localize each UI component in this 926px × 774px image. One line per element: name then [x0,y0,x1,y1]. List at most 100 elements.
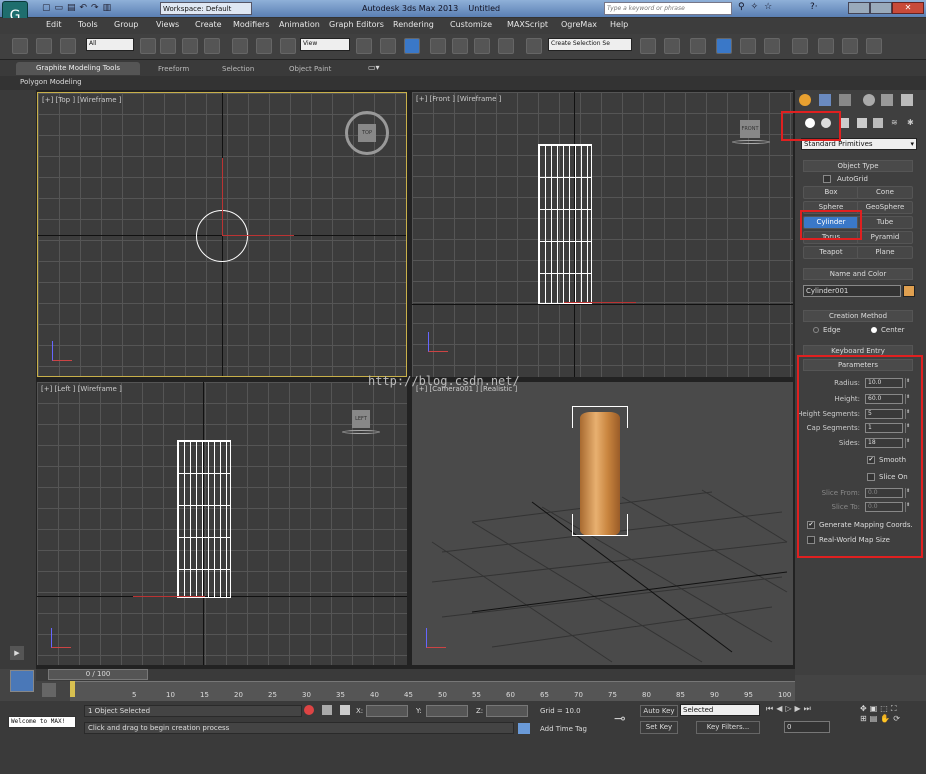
mirror-icon[interactable] [640,38,656,54]
graphite-toggle-icon[interactable] [716,38,732,54]
align-icon[interactable] [664,38,680,54]
menu-edit[interactable]: Edit [46,20,62,29]
time-slider-handle[interactable]: 0 / 100 [48,669,148,680]
lights-icon[interactable] [841,118,849,128]
motion-tab-icon[interactable] [863,94,875,106]
display-tab-icon[interactable] [881,94,893,106]
snaps-toggle-icon[interactable] [430,38,446,54]
cameras-icon[interactable] [857,118,867,128]
menu-modifiers[interactable]: Modifiers [233,20,270,29]
isolate-icon[interactable] [304,705,314,715]
spacewarps-icon[interactable]: ≋ [891,118,901,128]
viewport-front-label[interactable]: [+] [Front ] [Wireframe ] [416,95,501,103]
rendered-frame-icon[interactable] [842,38,858,54]
key-mode-dropdown[interactable]: Selected [680,704,760,716]
object-type-rollout[interactable]: Object Type [803,160,913,172]
polygon-modeling-label[interactable]: Polygon Modeling [20,78,82,86]
plane-button[interactable]: Plane [857,246,913,259]
menu-animation[interactable]: Animation [279,20,320,29]
modify-tab-icon[interactable] [819,94,831,106]
help-icon[interactable]: ?· [810,2,818,12]
layer-manager-icon[interactable] [690,38,706,54]
angle-snap-icon[interactable] [452,38,468,54]
autogrid-checkbox[interactable] [823,175,831,183]
percent-snap-icon[interactable] [474,38,490,54]
curve-editor-icon[interactable] [740,38,756,54]
set-key-button[interactable]: Set Key [640,721,678,734]
quick-access-icons[interactable]: ▢▭▤↶↷▥ [42,3,152,15]
move-icon[interactable] [232,38,248,54]
window-crossing-icon[interactable] [204,38,220,54]
select-object-icon[interactable] [140,38,156,54]
viewport-camera[interactable]: [+] [Camera001 ] [Realistic ] [412,382,793,665]
tab-graphite-modeling-tools[interactable]: Graphite Modeling Tools [16,62,140,75]
timeline-scrubber-marker[interactable] [70,681,75,697]
hierarchy-tab-icon[interactable] [839,94,851,106]
tab-freeform[interactable]: Freeform [158,65,189,73]
playback-controls[interactable]: ⏮◀▷▶⏭ [766,704,856,716]
key-icon[interactable]: ⊸ [614,711,626,727]
bind-spacewarp-icon[interactable] [60,38,76,54]
render-setup-icon[interactable] [818,38,834,54]
spinner-snap-icon[interactable] [498,38,514,54]
geosphere-button[interactable]: GeoSphere [857,201,913,214]
layers-icon[interactable] [42,683,56,697]
scale-icon[interactable] [280,38,296,54]
expand-arrow-icon[interactable]: ▶ [10,646,24,660]
selection-filter-dropdown[interactable]: All [86,38,134,51]
close-button[interactable]: ✕ [892,2,924,14]
edit-named-sel-icon[interactable] [526,38,542,54]
select-manipulate-icon[interactable] [380,38,396,54]
menu-graph-editors[interactable]: Graph Editors [329,20,384,29]
link-icon[interactable] [12,38,28,54]
menu-ogremax[interactable]: OgreMax [561,20,597,29]
lock-icon[interactable] [322,705,332,715]
ribbon-options-icon[interactable]: ▭▾ [368,63,380,72]
ref-coord-dropdown[interactable]: View [300,38,350,51]
viewport-top-label[interactable]: [+] [Top ] [Wireframe ] [42,96,121,104]
time-slider[interactable]: 0 / 100 [36,669,795,681]
tab-object-paint[interactable]: Object Paint [289,65,331,73]
y-coord-field[interactable] [426,705,468,717]
creation-method-rollout[interactable]: Creation Method [803,310,913,322]
select-by-name-icon[interactable] [160,38,176,54]
add-time-tag-label[interactable]: Add Time Tag [540,725,587,733]
z-coord-field[interactable] [486,705,528,717]
viewport-left[interactable]: [+] [Left ] [Wireframe ] LEFT [37,382,407,665]
render-production-icon[interactable] [866,38,882,54]
time-tag-icon[interactable] [518,723,530,734]
viewport-front[interactable]: [+] [Front ] [Wireframe ] FRONT [412,92,793,377]
center-radio[interactable] [871,327,877,333]
menu-tools[interactable]: Tools [78,20,98,29]
menu-maxscript[interactable]: MAXScript [507,20,548,29]
material-editor-icon[interactable] [792,38,808,54]
workspace-dropdown[interactable]: Workspace: Default [160,2,252,15]
x-coord-field[interactable] [366,705,408,717]
menu-customize[interactable]: Customize [450,20,492,29]
keyboard-shortcut-icon[interactable] [404,38,420,54]
current-frame-field[interactable]: 0 [784,721,830,733]
timeline-track[interactable]: 5 10 15 20 25 30 35 40 45 50 55 60 65 70 75 80 85 90 95 100 [70,681,795,701]
menu-group[interactable]: Group [114,20,138,29]
viewport-left-label[interactable]: [+] [Left ] [Wireframe ] [41,385,122,393]
box-button[interactable]: Box [803,186,859,199]
menu-create[interactable]: Create [195,20,222,29]
mini-listener-icon[interactable] [10,670,34,692]
viewcube-left-icon[interactable]: LEFT [342,410,382,436]
edge-radio[interactable] [813,327,819,333]
menu-help[interactable]: Help [610,20,628,29]
object-color-swatch[interactable] [903,285,915,297]
rotate-icon[interactable] [256,38,272,54]
minimize-button[interactable] [848,2,870,14]
help-icons[interactable]: ⚲✧☆ [738,2,798,15]
named-selection-dropdown[interactable]: Create Selection Se [548,38,632,51]
viewport-nav-icons[interactable]: ✥▣⬚⛶ ⊞▤✋⟳ [860,704,922,734]
tube-button[interactable]: Tube [857,216,913,229]
pyramid-button[interactable]: Pyramid [857,231,913,244]
auto-key-button[interactable]: Auto Key [640,705,678,717]
menu-rendering[interactable]: Rendering [393,20,434,29]
maximize-button[interactable] [870,2,892,14]
helpers-icon[interactable] [873,118,883,128]
rect-region-icon[interactable] [182,38,198,54]
search-input[interactable]: Type a keyword or phrase [604,2,732,15]
